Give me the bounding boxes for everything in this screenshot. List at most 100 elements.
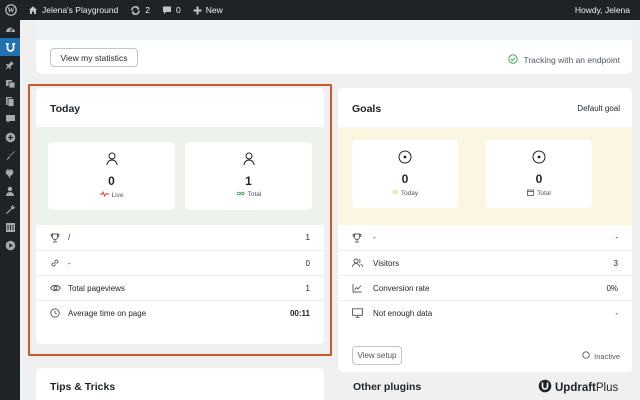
statistics-strip: View my statistics Tracking with an endp… [36,20,632,74]
pin-icon[interactable] [0,56,20,74]
strip-tint [36,20,632,40]
dashboard-icon[interactable] [0,20,20,38]
target-icon [532,150,546,166]
view-setup-button[interactable]: View setup [352,346,402,365]
row-label: - [373,233,376,242]
play-icon[interactable] [0,236,20,254]
row-label: Not enough data [373,308,433,318]
site-name-link[interactable]: Jelena's Playground [22,0,124,20]
view-statistics-button[interactable]: View my statistics [50,48,138,67]
user-icon [243,152,255,168]
row-label: Visitors [373,258,400,268]
goals-today-stat: 0 Today [352,140,458,208]
goals-row: - - [338,225,632,250]
goals-row: Visitors 3 [338,250,632,275]
other-plugins-title: Other plugins [353,381,422,393]
total-label: Total [247,191,262,198]
status-circle-icon [582,351,590,361]
goals-today-value: 0 [401,172,409,186]
trophy-icon [352,233,370,243]
add-icon[interactable] [0,128,20,146]
updates-icon [130,5,141,16]
greeting: Howdy, Jelena [574,5,630,15]
live-stat: 0 Live [48,142,175,210]
user-icon [106,152,118,168]
goals-row: Not enough data - [338,300,632,325]
tools-icon[interactable] [0,200,20,218]
svg-text:W: W [8,7,15,15]
new-label: New [205,5,223,15]
comments-link[interactable]: 0 [156,0,187,20]
tracking-status: Tracking with an endpoint [508,54,620,66]
infinity-icon [236,191,245,198]
live-value: 0 [108,174,115,188]
goals-today-label-group: Today [392,189,418,197]
dot-icon [392,189,398,197]
appearance-icon[interactable] [0,146,20,164]
today-row: Average time on page 00:11 [36,300,324,325]
today-card: Today 0 Live 1 Total / 1 - 0 Total pagev… [36,88,324,344]
chart-icon [352,283,370,293]
plus-icon [193,6,202,15]
admin-sidebar [0,20,20,400]
goals-total-value: 0 [535,172,543,186]
total-stat: 1 Total [185,142,312,210]
row-value: 1 [305,283,310,293]
eye-icon [50,284,68,292]
site-name: Jelena's Playground [42,5,119,15]
goals-today-label: Today [400,189,419,197]
updraftplus-icon [538,379,552,396]
goals-row: Conversion rate 0% [338,275,632,300]
new-content-link[interactable]: New [187,0,229,20]
updraftplus-logo[interactable]: UpdraftPlus [538,379,618,396]
monitor-icon [352,308,370,318]
trophy-icon [50,233,68,243]
today-row: - 0 [36,250,324,275]
media-icon[interactable] [0,74,20,92]
target-icon [398,150,412,166]
tips-card: Tips & Tricks [36,368,324,400]
visitors-icon [352,258,370,268]
updates-link[interactable]: 2 [124,0,156,20]
row-label: Total pageviews [68,283,125,293]
logo-text-a: Updraft [555,381,596,394]
row-value: 0% [606,283,618,293]
comments-icon[interactable] [0,110,20,128]
home-icon [28,5,38,15]
pulse-icon [99,190,109,199]
row-label: Conversion rate [373,283,430,293]
comment-bubble-icon [162,5,172,15]
pages-icon[interactable] [0,92,20,110]
live-label: Live [111,191,124,199]
row-label: Average time on page [68,308,147,318]
comments-count: 0 [176,5,181,15]
row-label: - [68,258,71,268]
row-value: 0 [305,258,310,268]
row-value: 3 [613,258,618,268]
calendar-icon [527,189,535,198]
clock-icon [50,308,68,318]
updates-count: 2 [145,5,151,15]
account-menu[interactable]: Howdy, Jelena [569,0,640,20]
today-row: / 1 [36,225,324,250]
check-circle-icon [508,54,519,66]
total-label-group: Total [236,191,262,198]
row-label: / [68,233,71,242]
users-icon[interactable] [0,182,20,200]
goals-total-label-group: Total [527,189,551,198]
admin-bar: W Jelena's Playground 2 0 New Howdy, Jel… [0,0,640,20]
goals-total-label: Total [537,190,551,197]
plugins-icon[interactable] [0,164,20,182]
settings-icon[interactable] [0,218,20,236]
link-icon [50,258,68,268]
plugin-icon[interactable] [0,38,20,56]
today-row: Total pageviews 1 [36,275,324,300]
main-content: View my statistics Tracking with an endp… [20,20,640,400]
goal-selector[interactable]: Default goal [577,104,620,113]
row-value: - [615,308,618,318]
tips-title: Tips & Tricks [50,381,116,393]
goals-card: Goals Default goal 0 Today 0 Total - - V… [338,88,632,372]
goal-status: Inactive [582,351,620,361]
goals-title: Goals [352,103,382,115]
wordpress-logo-icon[interactable]: W [0,0,22,20]
